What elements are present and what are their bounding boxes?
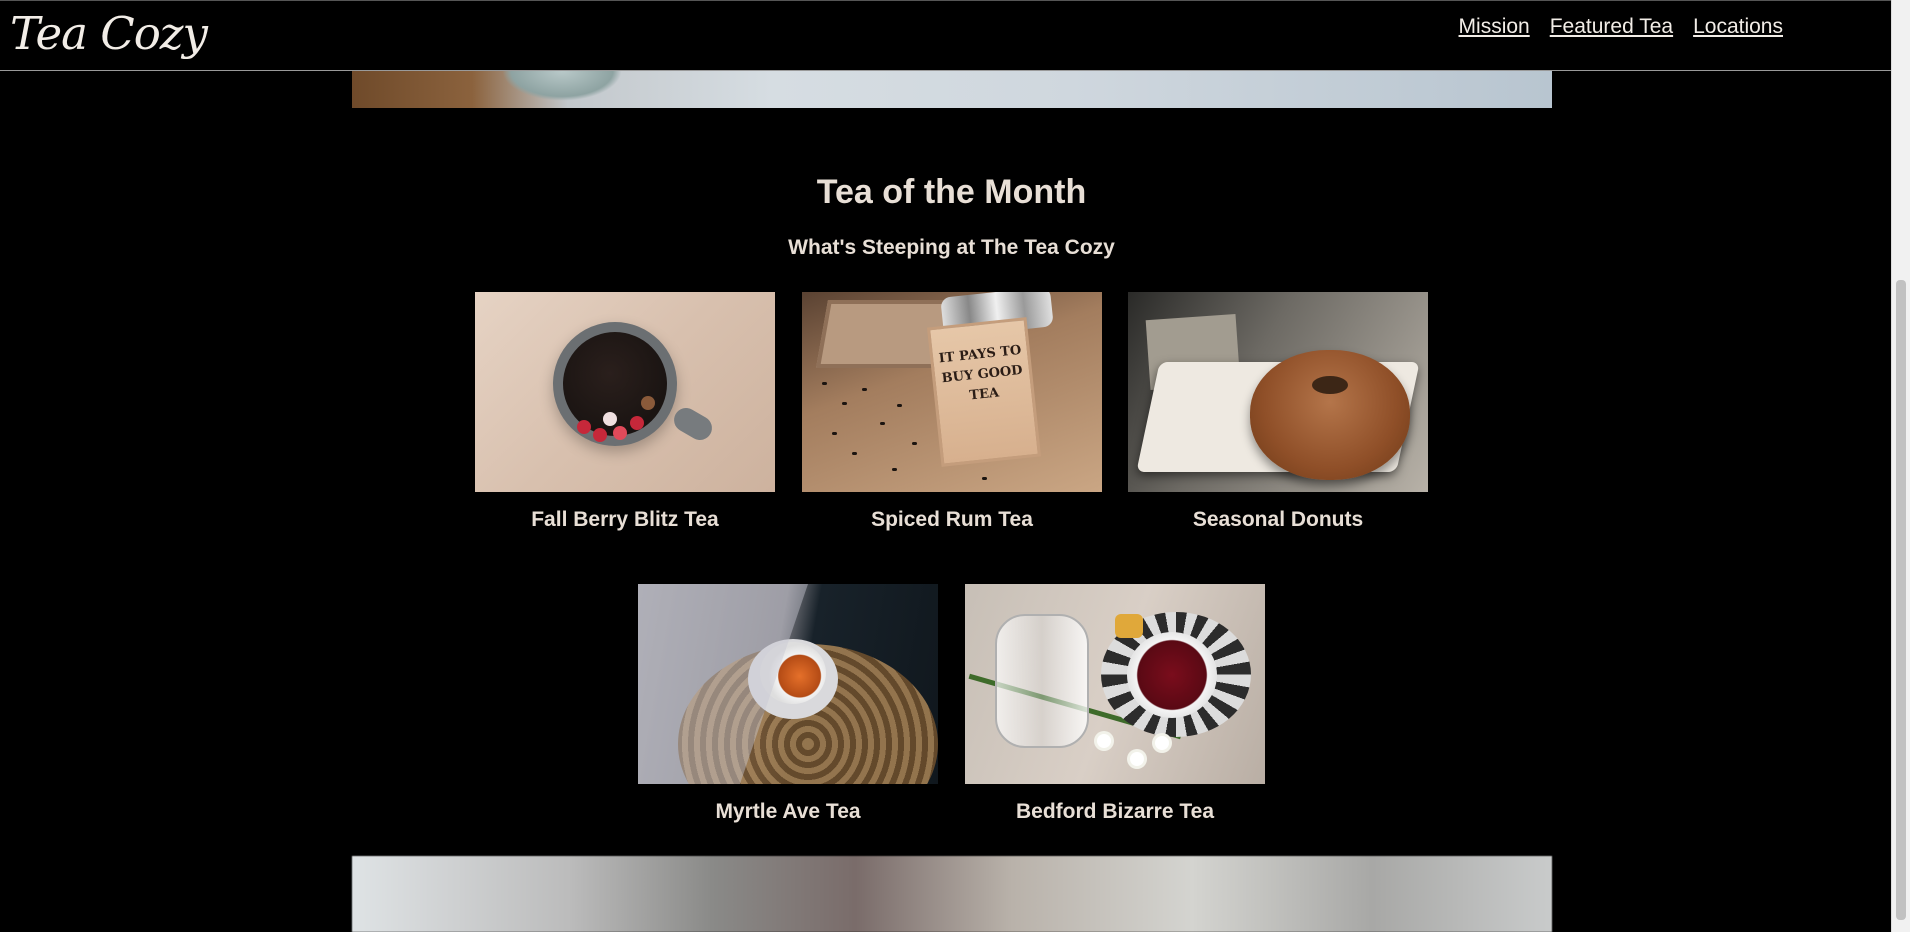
locations-banner-image	[352, 856, 1552, 932]
bedford-bizarre-photo	[965, 584, 1265, 784]
section-subtitle: What's Steeping at The Tea Cozy	[788, 236, 1115, 259]
nav-link-mission[interactable]: Mission	[1459, 15, 1530, 39]
nav-link-locations[interactable]: Locations	[1693, 15, 1783, 39]
fall-berry-blitz-photo	[475, 292, 775, 492]
myrtle-ave-photo	[638, 584, 938, 784]
seasonal-donuts-photo	[1128, 292, 1428, 492]
tea-card-caption: Bedford Bizarre Tea	[1016, 800, 1214, 823]
nav-link-featured-tea[interactable]: Featured Tea	[1550, 15, 1673, 39]
scrollbar-thumb[interactable]	[1896, 280, 1906, 920]
page-scrollbar[interactable]	[1891, 0, 1910, 932]
tea-card-caption: Seasonal Donuts	[1192, 508, 1364, 531]
banner-cup-image	[502, 71, 622, 101]
tea-card-caption: Myrtle Ave Tea	[715, 800, 861, 823]
section-title: Tea of the Month	[816, 173, 1087, 211]
tea-box-label: IT PAYS TO BUY GOOD TEA	[926, 317, 1042, 467]
tea-card: IT PAYS TO BUY GOOD TEA Spiced Rum Tea	[802, 292, 1102, 532]
tea-card: Seasonal Donuts	[1128, 292, 1428, 532]
tea-card-caption: Fall Berry Blitz Tea	[531, 508, 719, 531]
tea-card: Fall Berry Blitz Tea	[475, 292, 775, 532]
spiced-rum-photo: IT PAYS TO BUY GOOD TEA	[802, 292, 1102, 492]
tea-card-caption: Spiced Rum Tea	[871, 508, 1033, 531]
site-header: Tea Cozy Mission Featured Tea Locations	[0, 0, 1891, 71]
main-nav: Mission Featured Tea Locations	[1459, 15, 1783, 39]
tea-card: Myrtle Ave Tea	[638, 584, 938, 824]
site-logo[interactable]: Tea Cozy	[10, 7, 208, 61]
tea-card: Bedford Bizarre Tea	[965, 584, 1265, 824]
hero-banner-image	[352, 71, 1552, 108]
